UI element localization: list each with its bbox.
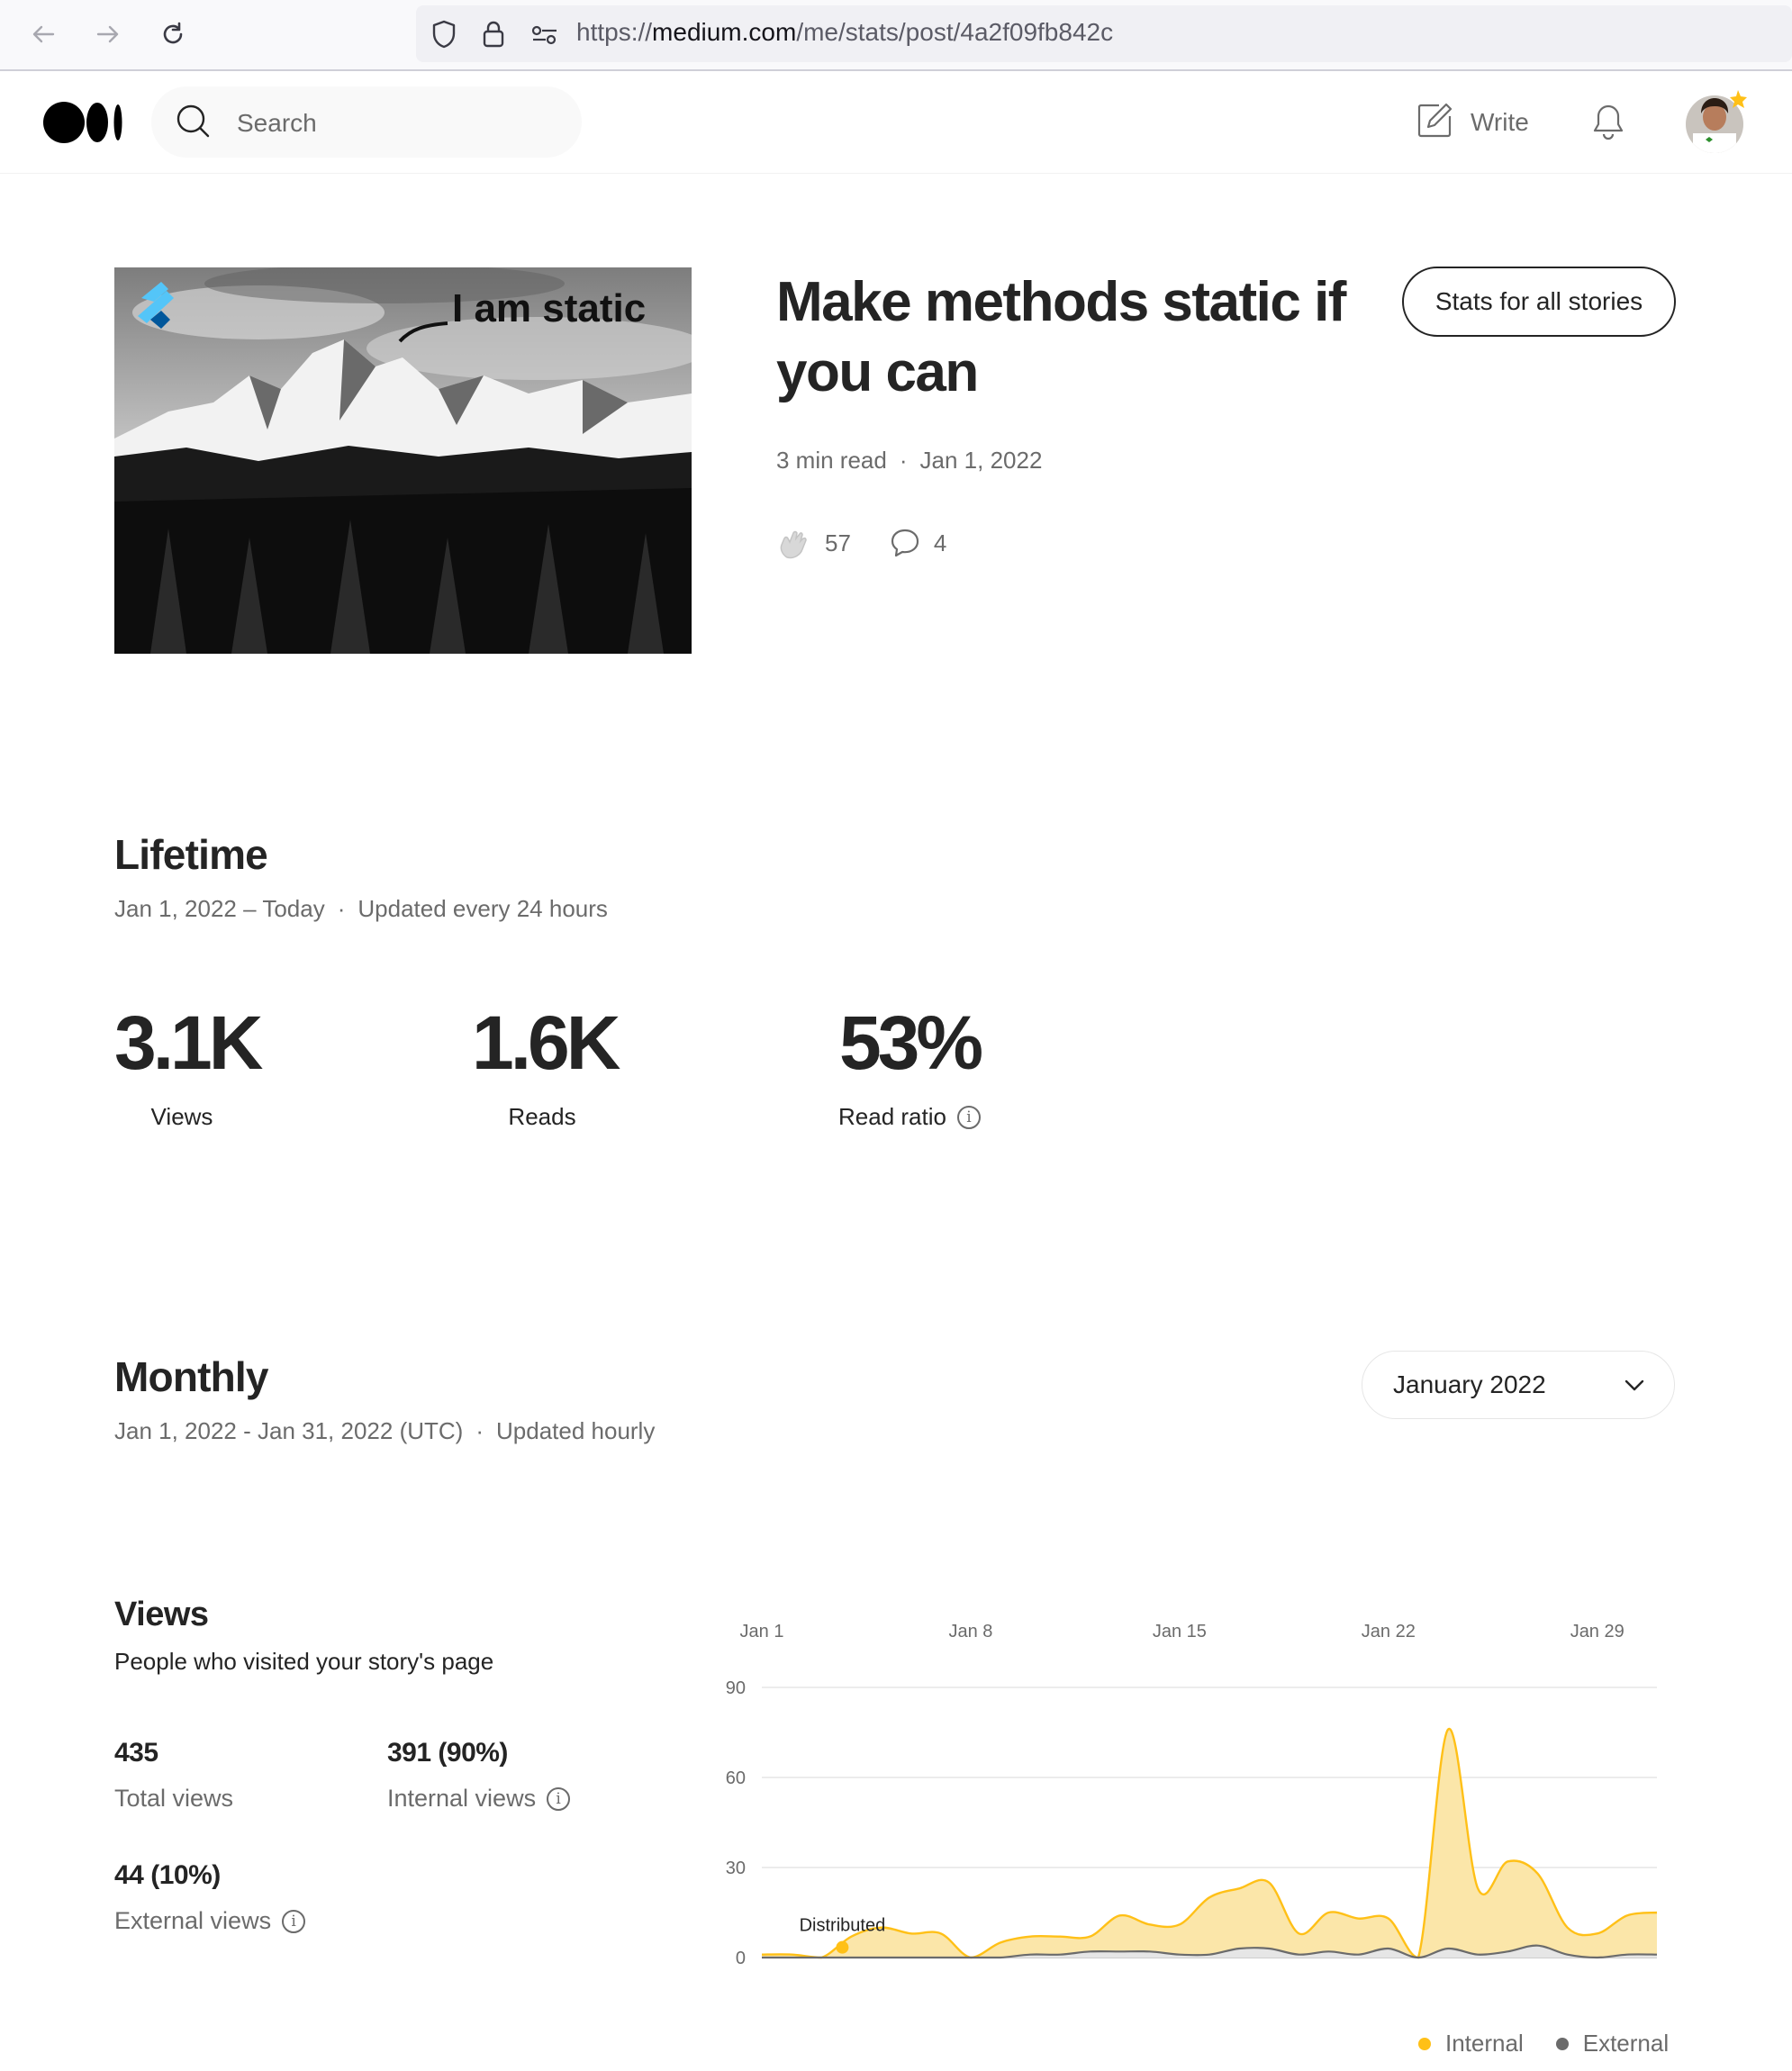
external-views-info-icon[interactable]: i	[282, 1909, 306, 1933]
notifications-bell-icon[interactable]	[1590, 102, 1626, 146]
stats-all-stories-button[interactable]: Stats for all stories	[1402, 267, 1676, 337]
internal-views-info-icon[interactable]: i	[547, 1786, 571, 1811]
reads-value: 1.6K	[472, 1000, 620, 1085]
month-select-value: January 2022	[1393, 1370, 1546, 1398]
lifetime-heading: Lifetime	[114, 831, 268, 878]
views-label: Views	[150, 1103, 213, 1130]
legend-internal-swatch	[1418, 2037, 1431, 2050]
lock-icon[interactable]	[481, 19, 506, 54]
internal-views-value: 391 (90%)	[387, 1738, 508, 1768]
legend-external-label: External	[1582, 2030, 1670, 2057]
external-views-label: External views	[114, 1907, 272, 1934]
x-tick-label: Jan 22	[1362, 1622, 1416, 1641]
legend-internal-label: Internal	[1445, 2030, 1524, 2057]
views-chart: 0 30 60 90 Jan 1 Jan 8 Jan 15 Jan 22 Jan 29 Distr…	[711, 1603, 1675, 2053]
monthly-date-range: Jan 1, 2022 - Jan 31, 2022 (UTC)	[114, 1417, 464, 1444]
views-chart-svg: 0 30 60 90 Jan 1 Jan 8 Jan 15 Jan 22 Jan 29 Distr…	[726, 1622, 1658, 1968]
x-tick-label: Jan 29	[1570, 1622, 1625, 1641]
internal-views-label-row: Internal views i	[387, 1785, 571, 1813]
views-value: 3.1K	[114, 1000, 263, 1085]
search-placeholder: Search	[237, 109, 317, 137]
hero-caption: I am static	[452, 286, 646, 330]
y-tick-label: 90	[726, 1678, 746, 1698]
lifetime-date-range: Jan 1, 2022 – Today	[114, 895, 325, 922]
month-select[interactable]: January 2022	[1362, 1351, 1675, 1419]
x-tick-label: Jan 8	[948, 1622, 992, 1641]
total-views-label: Total views	[114, 1785, 234, 1812]
distributed-marker	[836, 1940, 849, 1954]
story-title: Make methods static if you can	[776, 271, 1346, 403]
legend-external-swatch	[1555, 2037, 1569, 2050]
lifetime-read-ratio-stat: 53% Read ratio i	[833, 999, 986, 1131]
external-views-label-row: External views i	[114, 1907, 306, 1935]
publish-date: Jan 1, 2022	[919, 447, 1043, 474]
search-icon	[176, 104, 212, 144]
views-subtitle: People who visited your story's page	[114, 1648, 494, 1675]
x-tick-label: Jan 15	[1153, 1622, 1207, 1641]
search-input[interactable]	[151, 86, 582, 158]
read-ratio-label-row: Read ratio i	[833, 1103, 986, 1131]
external-views-value: 44 (10%)	[114, 1860, 221, 1890]
total-views-value: 435	[114, 1738, 158, 1768]
chevron-down-icon	[1624, 1378, 1645, 1392]
monthly-update-note: Updated hourly	[496, 1417, 656, 1444]
clap-icon	[776, 525, 812, 561]
x-tick-label: Jan 1	[740, 1622, 784, 1641]
permissions-icon[interactable]	[529, 23, 560, 52]
views-heading: Views	[114, 1596, 209, 1633]
y-tick-label: 60	[726, 1768, 746, 1788]
reload-icon[interactable]	[155, 16, 191, 52]
lifetime-update-note: Updated every 24 hours	[357, 895, 608, 922]
read-ratio-info-icon[interactable]: i	[956, 1105, 981, 1129]
lifetime-reads-stat: 1.6K Reads	[472, 999, 620, 1131]
read-ratio-label: Read ratio	[838, 1103, 946, 1130]
y-tick-label: 30	[726, 1858, 746, 1878]
response-icon[interactable]	[889, 527, 921, 559]
y-tick-label: 0	[736, 1949, 746, 1968]
shield-icon[interactable]	[430, 19, 457, 54]
chart-legend: Internal External	[1418, 2030, 1669, 2057]
story-hero-image: I am static	[114, 267, 692, 654]
lifetime-views-stat: 3.1K Views	[114, 999, 263, 1131]
read-ratio-value: 53%	[838, 1000, 983, 1085]
distributed-annotation-label: Distributed	[800, 1916, 886, 1936]
internal-views-label: Internal views	[387, 1785, 537, 1812]
monthly-heading: Monthly	[114, 1353, 269, 1400]
write-button[interactable]: Write	[1471, 108, 1529, 137]
response-count: 4	[933, 529, 947, 556]
story-meta: 3 min read · Jan 1, 2022	[776, 447, 1043, 474]
lifetime-range: Jan 1, 2022 – Today · Updated every 24 hou…	[114, 895, 608, 922]
back-icon[interactable]	[25, 16, 61, 52]
reads-label: Reads	[508, 1103, 576, 1130]
internal-series-area	[762, 1728, 1657, 1958]
user-avatar[interactable]	[1686, 90, 1751, 159]
monthly-range: Jan 1, 2022 - Jan 31, 2022 (UTC) · Updated…	[114, 1417, 656, 1444]
story-engagement: 57 4	[776, 525, 946, 561]
forward-icon[interactable]	[90, 16, 126, 52]
url-text[interactable]: https://medium.com/me/stats/post/4a2f09f…	[576, 18, 1113, 47]
write-icon[interactable]	[1416, 102, 1453, 144]
read-time: 3 min read	[776, 447, 887, 474]
clap-count: 57	[825, 529, 851, 556]
medium-logo[interactable]	[43, 102, 124, 148]
